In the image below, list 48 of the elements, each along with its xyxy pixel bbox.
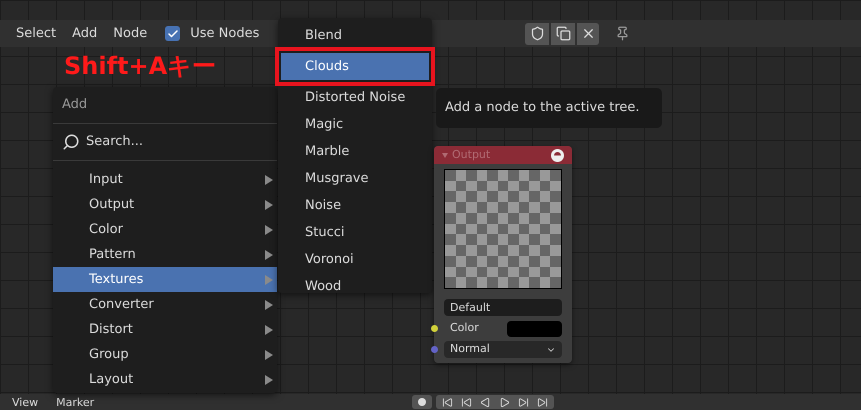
menu-item[interactable]: Voronoi xyxy=(281,246,429,273)
menu-item[interactable]: Converter xyxy=(53,292,277,317)
menu-title: Add xyxy=(61,96,88,114)
record-button[interactable] xyxy=(412,395,432,409)
menu-item[interactable]: Magic xyxy=(281,111,429,138)
input-label: Color xyxy=(449,320,480,336)
menu-item[interactable]: Musgrave xyxy=(281,165,429,192)
close-icon[interactable] xyxy=(577,22,600,44)
use-nodes-checkbox[interactable]: Use Nodes xyxy=(165,24,260,44)
jump-start-icon xyxy=(442,396,454,408)
menu-item[interactable]: Blend xyxy=(281,22,429,49)
menu-item[interactable]: Layout xyxy=(53,367,277,392)
menu-item[interactable]: Distort xyxy=(53,317,277,342)
menu-item[interactable]: View xyxy=(12,396,38,408)
jump-end-icon xyxy=(537,396,548,408)
shield-icon[interactable] xyxy=(525,22,550,44)
normal-dropdown[interactable]: Normal xyxy=(444,341,562,358)
menu-item[interactable]: Group xyxy=(53,342,277,367)
search-icon xyxy=(62,133,80,151)
image-field[interactable]: Default xyxy=(444,299,562,316)
color-swatch[interactable] xyxy=(507,320,562,336)
next-keyframe-icon xyxy=(518,396,530,408)
menu-item[interactable]: Textures xyxy=(53,267,277,292)
menu-item[interactable]: Wood xyxy=(281,273,429,300)
menu-item[interactable]: Noise xyxy=(281,192,429,219)
playback-controls[interactable] xyxy=(436,395,554,409)
checkbox-icon xyxy=(165,26,180,41)
menu-item[interactable]: Clouds xyxy=(281,53,429,80)
annotation-label: Shift+Aキー xyxy=(64,51,216,81)
submenu-arrow-icon xyxy=(265,350,273,360)
menu-item[interactable]: Distorted Noise xyxy=(281,84,429,111)
submenu-arrow-icon xyxy=(265,300,273,310)
menu-item[interactable]: Node xyxy=(113,24,148,44)
node-title: Output xyxy=(452,146,490,163)
submenu-arrow-icon xyxy=(265,374,273,384)
tooltip: Add a node to the active tree. xyxy=(436,88,662,128)
menu-item[interactable]: Marker xyxy=(56,396,94,408)
menu-item[interactable]: Marble xyxy=(281,138,429,165)
search-item[interactable]: Search... xyxy=(53,124,277,160)
menu-item[interactable]: Stucci xyxy=(281,219,429,246)
play-icon xyxy=(499,396,510,408)
menu-item[interactable]: Add xyxy=(72,24,98,44)
copy-icon[interactable] xyxy=(551,22,576,44)
play-reverse-icon xyxy=(480,396,492,408)
render-icon xyxy=(551,148,564,162)
menu-item[interactable]: Select xyxy=(16,24,56,44)
submenu-arrow-icon xyxy=(265,324,273,334)
previous-keyframe-icon xyxy=(461,396,472,408)
